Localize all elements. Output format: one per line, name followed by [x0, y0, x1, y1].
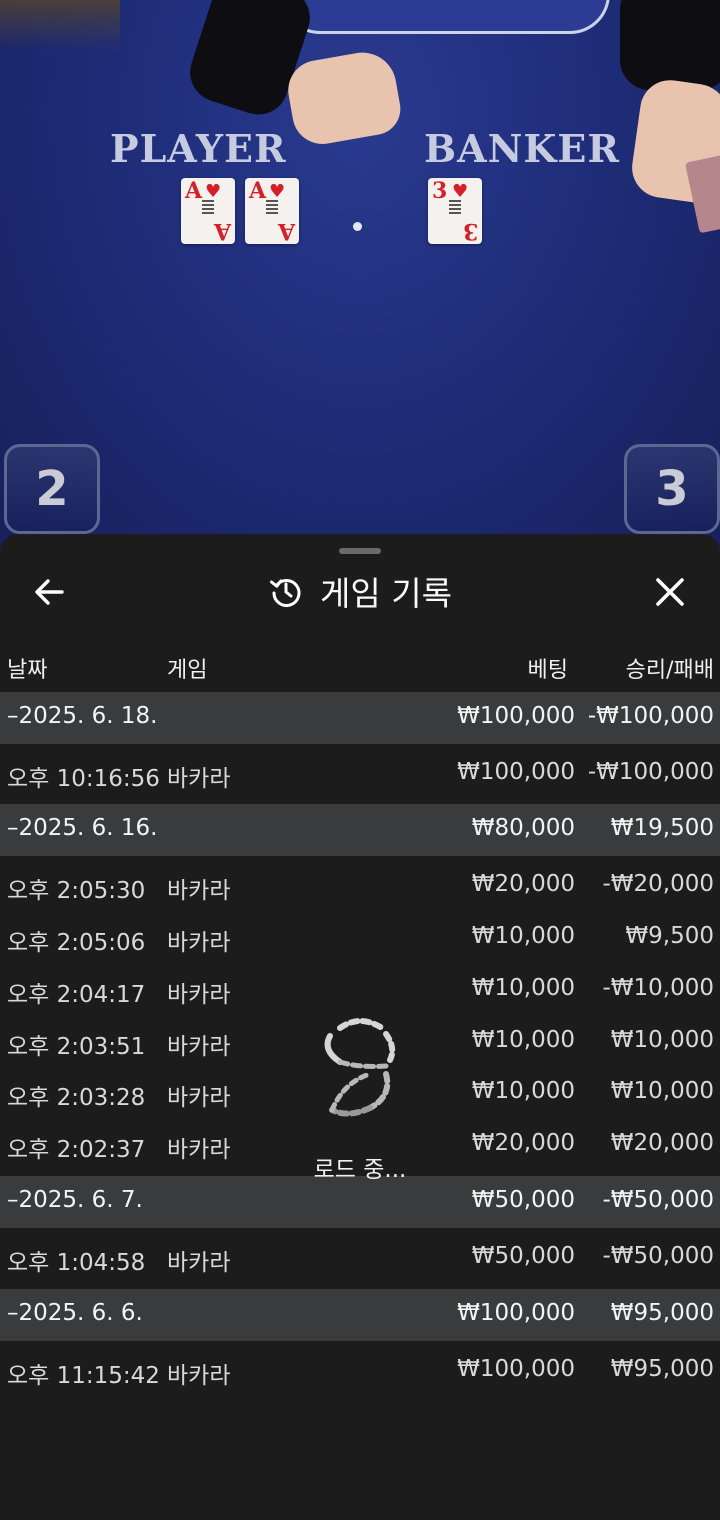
row-result: ₩95,000	[610, 1300, 714, 1326]
row-bet: ₩50,000	[471, 1187, 575, 1213]
card-rank: 3	[462, 218, 478, 244]
row-date: –2025. 6. 6.	[7, 1300, 143, 1326]
date-group-row[interactable]: –2025. 6. 18. ₩100,000 -₩100,000	[0, 692, 720, 744]
sheet-title: 게임 기록	[320, 574, 452, 613]
row-bet: ₩80,000	[471, 815, 575, 841]
row-bet: ₩10,000	[471, 923, 575, 949]
row-result: ₩10,000	[610, 1027, 714, 1053]
row-bet: ₩10,000	[471, 975, 575, 1001]
date-group-row[interactable]: –2025. 6. 16. ₩80,000 ₩19,500	[0, 804, 720, 856]
history-row[interactable]: 오후 2:04:17 바카라 ₩10,000 -₩10,000	[0, 964, 720, 1016]
heart-suit-icon: ♥	[205, 181, 222, 202]
row-game: 바카라	[167, 930, 231, 956]
history-row[interactable]: 오후 2:05:06 바카라 ₩10,000 ₩9,500	[0, 912, 720, 964]
banker-card-1: 3 ♥ 3	[428, 178, 482, 244]
row-time: 오후 2:04:17	[7, 982, 146, 1008]
row-time: 오후 2:05:30	[7, 878, 146, 904]
loading-spinner-icon	[324, 1018, 396, 1117]
dealer-arm-right	[620, 0, 720, 90]
row-date: –2025. 6. 7.	[7, 1187, 143, 1213]
card-rank: A	[185, 178, 203, 204]
card-rank: 3	[432, 178, 448, 204]
row-date: –2025. 6. 18.	[7, 703, 158, 729]
row-game: 바카라	[167, 982, 231, 1008]
row-time: 오후 10:16:56	[7, 766, 160, 792]
card-rank: A	[277, 218, 295, 244]
row-result: -₩100,000	[587, 759, 714, 785]
row-time: 오후 1:04:58	[7, 1250, 146, 1276]
row-result: ₩95,000	[610, 1356, 714, 1382]
column-header-date: 날짜	[7, 658, 48, 683]
row-bet: ₩100,000	[457, 759, 575, 785]
row-result: -₩50,000	[602, 1187, 714, 1213]
row-time: 오후 2:03:51	[7, 1034, 146, 1060]
date-group-row[interactable]: –2025. 6. 6. ₩100,000 ₩95,000	[0, 1289, 720, 1341]
history-row[interactable]: 오후 2:05:30 바카라 ₩20,000 -₩20,000	[0, 860, 720, 912]
banker-score: 3	[624, 444, 720, 534]
row-game: 바카라	[167, 1034, 231, 1060]
row-result: -₩100,000	[587, 703, 714, 729]
sheet-header: 게임 기록	[0, 566, 720, 616]
player-card-1: A ♥ A	[181, 178, 235, 244]
dealer-table-rim	[280, 0, 610, 34]
row-time: 오후 2:03:28	[7, 1085, 146, 1111]
history-row[interactable]: 오후 10:16:56 바카라 ₩100,000 -₩100,000	[0, 748, 720, 800]
row-result: ₩9,500	[625, 923, 714, 949]
column-header-result: 승리/패배	[625, 658, 714, 683]
live-table-video: PLAYER BANKER A ♥ A A ♥ A 3 ♥ 3 2 3	[0, 0, 720, 560]
card-center	[266, 200, 278, 216]
history-icon	[270, 579, 301, 607]
sheet-drag-handle[interactable]	[339, 548, 381, 554]
row-result: ₩20,000	[610, 1130, 714, 1156]
row-time: 오후 11:15:42	[7, 1363, 160, 1389]
row-bet: ₩10,000	[471, 1078, 575, 1104]
row-game: 바카라	[167, 766, 231, 792]
row-date: –2025. 6. 16.	[7, 815, 158, 841]
row-bet: ₩100,000	[457, 703, 575, 729]
row-bet: ₩100,000	[457, 1300, 575, 1326]
row-game: 바카라	[167, 878, 231, 904]
row-result: -₩50,000	[602, 1243, 714, 1269]
card-rank: A	[213, 218, 231, 244]
card-rank: A	[249, 178, 267, 204]
heart-suit-icon: ♥	[452, 181, 469, 202]
row-bet: ₩50,000	[471, 1243, 575, 1269]
row-result: -₩10,000	[602, 975, 714, 1001]
row-result: ₩10,000	[610, 1078, 714, 1104]
card-center	[202, 200, 214, 216]
row-result: -₩20,000	[602, 871, 714, 897]
row-game: 바카라	[167, 1363, 231, 1389]
close-button[interactable]	[648, 570, 692, 614]
row-result: ₩19,500	[610, 815, 714, 841]
row-game: 바카라	[167, 1250, 231, 1276]
loading-text: 로드 중...	[313, 1157, 407, 1183]
row-time: 오후 2:05:06	[7, 930, 146, 956]
column-header-game: 게임	[167, 658, 208, 683]
row-time: 오후 2:02:37	[7, 1137, 146, 1163]
player-label: PLAYER	[110, 126, 287, 171]
row-game: 바카라	[167, 1137, 231, 1163]
history-row[interactable]: 오후 1:04:58 바카라 ₩50,000 -₩50,000	[0, 1232, 720, 1284]
row-game: 바카라	[167, 1085, 231, 1111]
player-card-2: A ♥ A	[245, 178, 299, 244]
history-row[interactable]: 오후 11:15:42 바카라 ₩100,000 ₩95,000	[0, 1345, 720, 1397]
dealer-hand-left	[283, 47, 405, 149]
banker-label: BANKER	[424, 126, 620, 171]
heart-suit-icon: ♥	[269, 181, 286, 202]
row-bet: ₩100,000	[457, 1356, 575, 1382]
card-center	[449, 200, 461, 216]
player-score: 2	[4, 444, 100, 534]
close-icon	[656, 578, 684, 606]
table-marker-dot	[353, 222, 362, 231]
table-shadow	[0, 0, 120, 50]
row-bet: ₩10,000	[471, 1027, 575, 1053]
row-bet: ₩20,000	[471, 871, 575, 897]
row-bet: ₩20,000	[471, 1130, 575, 1156]
column-header-bet: 베팅	[527, 658, 568, 683]
